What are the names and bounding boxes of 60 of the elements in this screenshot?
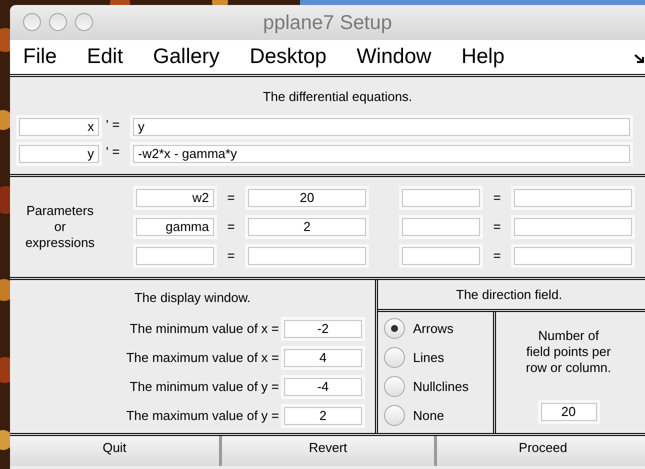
field-label: The minimum value of y = <box>130 378 279 396</box>
field-points-label: Number of field points per row or column. <box>526 328 612 376</box>
value-field[interactable]: -2 <box>284 320 362 338</box>
field-label: The maximum value of x = <box>126 348 279 367</box>
menu-item[interactable]: Help <box>461 41 505 73</box>
parameter-value-field[interactable] <box>248 247 366 265</box>
value-field[interactable]: 4 <box>284 348 362 366</box>
window-control-button[interactable] <box>49 13 67 31</box>
field-points-field[interactable]: 20 <box>540 403 596 421</box>
parameter-name-field[interactable] <box>402 218 480 236</box>
radio-option[interactable]: Nullclines <box>384 376 493 397</box>
radio-option[interactable]: Arrows <box>384 318 493 339</box>
expression-field[interactable]: -w2*x - gamma*y <box>133 144 630 162</box>
parameter-name-field[interactable]: gamma <box>136 218 214 236</box>
parameters-label: Parameters or expressions <box>24 203 96 251</box>
prime-equals-label: ' = <box>106 142 121 160</box>
prime-equals-label: ' = <box>106 116 121 134</box>
parameter-value-field[interactable]: 20 <box>248 189 366 207</box>
parameter-value-field[interactable]: 2 <box>248 218 366 236</box>
radio-option[interactable]: None <box>384 405 493 426</box>
expression-field[interactable]: y <box>133 118 630 136</box>
action-button[interactable]: Quit <box>10 436 222 466</box>
window-title: pplane7 Setup <box>262 10 392 36</box>
field-label: The maximum value of y = <box>126 406 279 425</box>
radio-button[interactable] <box>384 376 405 397</box>
variable-field[interactable]: x <box>19 118 99 136</box>
menu-item[interactable]: Edit <box>86 41 124 73</box>
menu-item[interactable]: Window <box>356 41 432 73</box>
window-control-button[interactable] <box>23 13 41 31</box>
radio-button[interactable] <box>384 318 405 339</box>
parameter-name-field[interactable]: w2 <box>136 189 214 207</box>
section-title: The direction field. <box>456 286 562 304</box>
parameter-name-field[interactable] <box>402 189 480 207</box>
radio-option[interactable]: Lines <box>384 347 493 368</box>
menu-item[interactable]: File <box>23 41 57 73</box>
parameter-name-field[interactable] <box>136 247 214 265</box>
section-title: The display window. <box>134 289 251 307</box>
parameter-value-field[interactable] <box>514 189 632 207</box>
equals-label: = <box>226 218 236 236</box>
value-field[interactable]: -4 <box>284 378 362 396</box>
section-title: The differential equations. <box>262 88 412 106</box>
value-field[interactable]: 2 <box>284 406 362 424</box>
dock-arrow-icon[interactable] <box>634 54 645 64</box>
menu-item[interactable]: Gallery <box>153 41 220 73</box>
parameter-name-field[interactable] <box>402 247 480 265</box>
action-button[interactable]: Revert <box>222 436 437 466</box>
parameter-value-field[interactable] <box>514 218 632 236</box>
radio-button[interactable] <box>384 405 405 426</box>
window-control-button[interactable] <box>75 13 93 31</box>
equals-label: = <box>226 247 236 266</box>
equals-label: = <box>226 189 236 208</box>
equals-label: = <box>492 189 502 208</box>
variable-field[interactable]: y <box>19 144 99 162</box>
equals-label: = <box>492 247 502 266</box>
menu-item[interactable]: Desktop <box>250 41 327 73</box>
equals-label: = <box>492 218 502 236</box>
parameter-value-field[interactable] <box>514 247 632 265</box>
radio-button[interactable] <box>384 347 405 368</box>
action-button[interactable]: Proceed <box>437 436 645 466</box>
field-label: The minimum value of x = <box>130 320 279 338</box>
